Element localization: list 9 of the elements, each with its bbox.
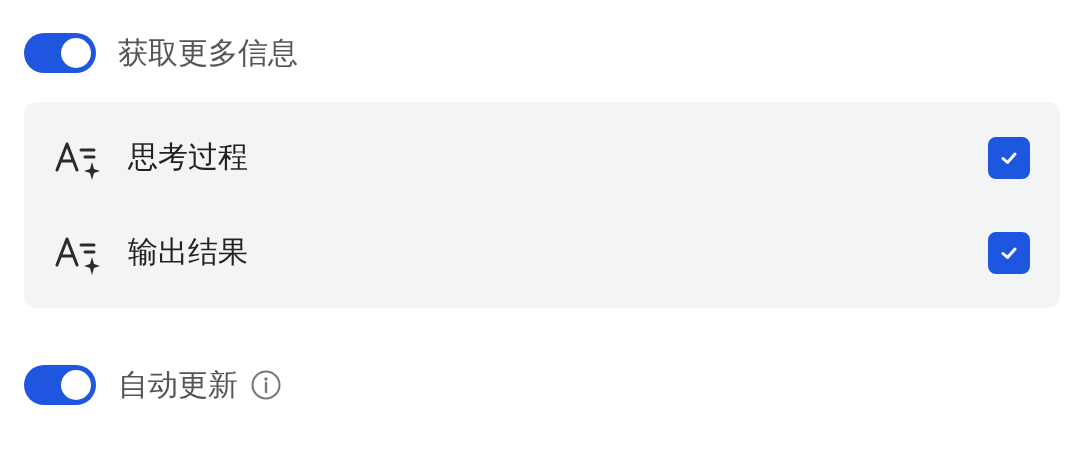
checkbox[interactable] (988, 231, 1030, 274)
option-label: 思考过程 (128, 138, 249, 176)
toggle-switch[interactable] (24, 33, 96, 73)
toggle-label: 获取更多信息 (118, 33, 298, 72)
checkbox[interactable] (988, 136, 1030, 179)
option-label: 输出结果 (128, 233, 249, 271)
toggle-label: 自动更新 (118, 365, 238, 404)
info-icon[interactable] (250, 369, 282, 401)
toggle-switch[interactable] (24, 365, 96, 405)
